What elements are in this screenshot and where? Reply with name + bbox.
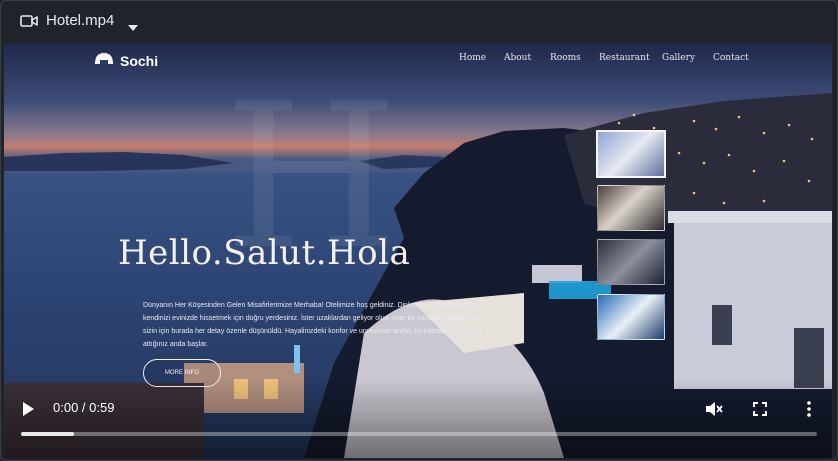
site-logo[interactable]: Sochi [94, 51, 158, 70]
gallery-thumb-coast[interactable] [597, 294, 665, 340]
sunrise-icon [94, 51, 114, 70]
hero-description: Dünyanın Her Köşesinden Gelen Misafirler… [143, 302, 488, 348]
video-camera-icon [20, 14, 38, 33]
nav-link-gallery[interactable]: Gallery [662, 53, 695, 63]
nav-link-rooms[interactable]: Rooms [550, 53, 581, 63]
gallery-thumb-restaurant[interactable] [597, 185, 665, 231]
file-header: Hotel.mp4 [4, 4, 832, 40]
progress-fill [21, 432, 74, 436]
nav-link-home[interactable]: Home [459, 53, 486, 63]
nav-link-contact[interactable]: Contact [713, 53, 749, 63]
nav-link-restaurant[interactable]: Restaurant [599, 53, 650, 63]
more-vertical-icon[interactable] [806, 401, 812, 422]
time-display: 0:00 / 0:59 [53, 400, 115, 415]
gallery-thumb-terrace[interactable] [596, 130, 666, 178]
site-navigation: Sochi Home About Rooms Restaurant Galler… [4, 43, 832, 77]
play-icon[interactable] [21, 401, 35, 422]
file-name[interactable]: Hotel.mp4 [46, 12, 114, 29]
gallery-thumb-room[interactable] [597, 239, 665, 285]
fullscreen-icon[interactable] [753, 402, 767, 421]
nav-link-about[interactable]: About [504, 53, 531, 63]
volume-muted-icon[interactable] [703, 400, 723, 423]
logo-text: Sochi [120, 52, 159, 69]
progress-bar[interactable] [21, 432, 817, 436]
chevron-down-icon[interactable] [128, 18, 138, 36]
hero-title: Hello.Salut.Hola [118, 233, 411, 273]
